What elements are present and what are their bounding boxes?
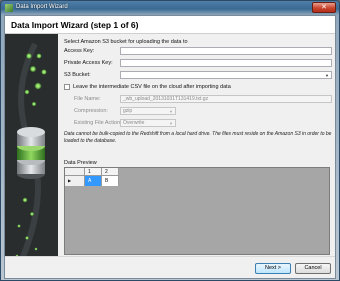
- wizard-footer: Next > Cancel: [5, 256, 335, 278]
- file-name-label: File Name:: [74, 96, 101, 102]
- leave-csv-label: Leave the intermediate CSV file on the c…: [73, 84, 231, 90]
- compression-value: gzip: [123, 108, 133, 114]
- column-header[interactable]: 2: [102, 168, 119, 176]
- client-area: Data Import Wizard (step 1 of 6) Select …: [4, 15, 336, 279]
- access-key-label: Access Key:: [64, 48, 95, 54]
- column-header[interactable]: 1: [85, 168, 102, 176]
- table-cell[interactable]: B: [102, 176, 119, 186]
- table-cell[interactable]: A: [85, 176, 102, 186]
- leave-csv-checkbox[interactable]: [64, 84, 70, 90]
- disk-stack: [17, 127, 45, 179]
- sidebar-art: [5, 34, 58, 272]
- form-panel: Select Amazon S3 bucket for uploading th…: [58, 34, 335, 256]
- existing-action-value: Overwrite: [123, 120, 145, 126]
- existing-action-label: Existing File Action:: [74, 120, 122, 126]
- row-indicator: ▶: [65, 176, 85, 186]
- info-note: Data cannot be bulk-copied to the Redshi…: [64, 131, 332, 144]
- close-button[interactable]: ✕: [312, 2, 336, 13]
- database-stack-icon: [5, 34, 58, 272]
- wizard-window: Data Import Wizard ✕ Data Import Wizard …: [0, 0, 340, 281]
- existing-action-select[interactable]: Overwrite ▼: [120, 119, 176, 127]
- window-title: Data Import Wizard: [16, 4, 68, 10]
- chevron-down-icon: ▼: [169, 121, 173, 126]
- chevron-down-icon: ▼: [325, 73, 329, 78]
- bucket-label: S3 Bucket:: [64, 72, 91, 78]
- grid-corner: [65, 168, 85, 176]
- intro-text: Select Amazon S3 bucket for uploading th…: [64, 39, 188, 45]
- private-key-label: Private Access Key:: [64, 60, 113, 66]
- next-button[interactable]: Next >: [255, 263, 291, 274]
- file-name-input[interactable]: _wb_upload_20131031T131419.txt.gz: [120, 95, 332, 103]
- data-preview-label: Data Preview: [64, 160, 97, 166]
- chevron-down-icon: ▼: [169, 109, 173, 114]
- app-icon: [5, 4, 13, 12]
- compression-select[interactable]: gzip ▼: [120, 107, 176, 115]
- wizard-header: Data Import Wizard (step 1 of 6): [5, 16, 335, 34]
- cancel-button[interactable]: Cancel: [295, 263, 331, 274]
- data-preview-grid[interactable]: 1 2 ▶ A B: [64, 167, 330, 255]
- compression-label: Compression:: [74, 108, 108, 114]
- private-key-input[interactable]: [120, 59, 332, 67]
- access-key-input[interactable]: [120, 47, 332, 55]
- title-bar[interactable]: Data Import Wizard ✕: [1, 1, 339, 15]
- bucket-select[interactable]: ▼: [120, 71, 332, 79]
- page-title: Data Import Wizard (step 1 of 6): [11, 20, 139, 30]
